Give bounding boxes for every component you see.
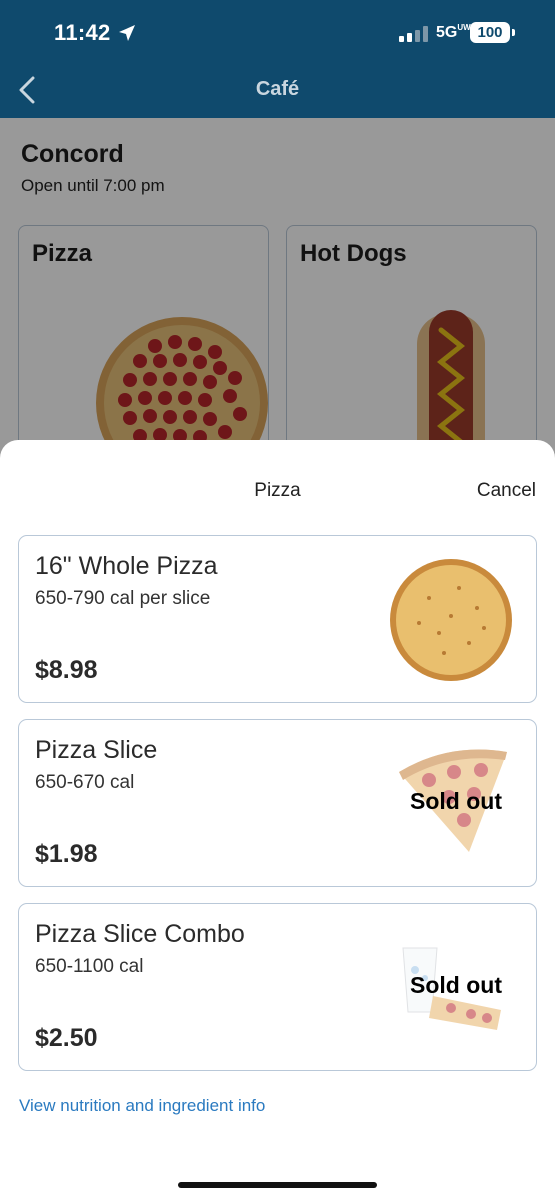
item-name: Pizza Slice: [35, 736, 158, 764]
item-calories: 650-1100 cal: [35, 956, 144, 977]
cancel-button[interactable]: Cancel: [477, 480, 536, 502]
sold-out-label: Sold out: [410, 972, 502, 998]
signal-bars-icon: [399, 26, 428, 42]
pizza-bottom-sheet: Pizza Cancel 16" Whole Pizza 650-790 cal…: [0, 440, 555, 1200]
sold-out-label: Sold out: [410, 788, 502, 814]
battery-indicator: 100: [470, 22, 510, 43]
location-arrow-icon: [119, 25, 135, 41]
status-time: 11:42: [54, 20, 111, 45]
menu-item-pizza-slice[interactable]: Pizza Slice 650-670 cal $1.98 Sold out: [18, 719, 537, 887]
item-calories: 650-790 cal per slice: [35, 588, 211, 609]
item-price: $8.98: [35, 656, 98, 684]
nav-title: Café: [255, 78, 300, 100]
sheet-title: Pizza: [254, 480, 301, 501]
nutrition-info-link[interactable]: View nutrition and ingredient info: [19, 1096, 265, 1116]
menu-item-pizza-slice-combo[interactable]: Pizza Slice Combo 650-1100 cal $2.50 Sol…: [18, 903, 537, 1071]
cheese-pizza-image: [390, 559, 512, 681]
dim-overlay[interactable]: [0, 118, 555, 458]
menu-item-whole-pizza[interactable]: 16" Whole Pizza 650-790 cal per slice $8…: [18, 535, 537, 703]
item-price: $2.50: [35, 1024, 98, 1052]
home-indicator[interactable]: [178, 1182, 377, 1188]
item-name: Pizza Slice Combo: [35, 920, 245, 948]
network-indicator: 5GUW: [436, 23, 471, 42]
top-bar: 11:42 5GUW 100 Café: [0, 0, 555, 118]
item-name: 16" Whole Pizza: [35, 552, 218, 580]
item-calories: 650-670 cal: [35, 772, 135, 793]
item-price: $1.98: [35, 840, 98, 868]
battery-nub: [512, 29, 515, 36]
